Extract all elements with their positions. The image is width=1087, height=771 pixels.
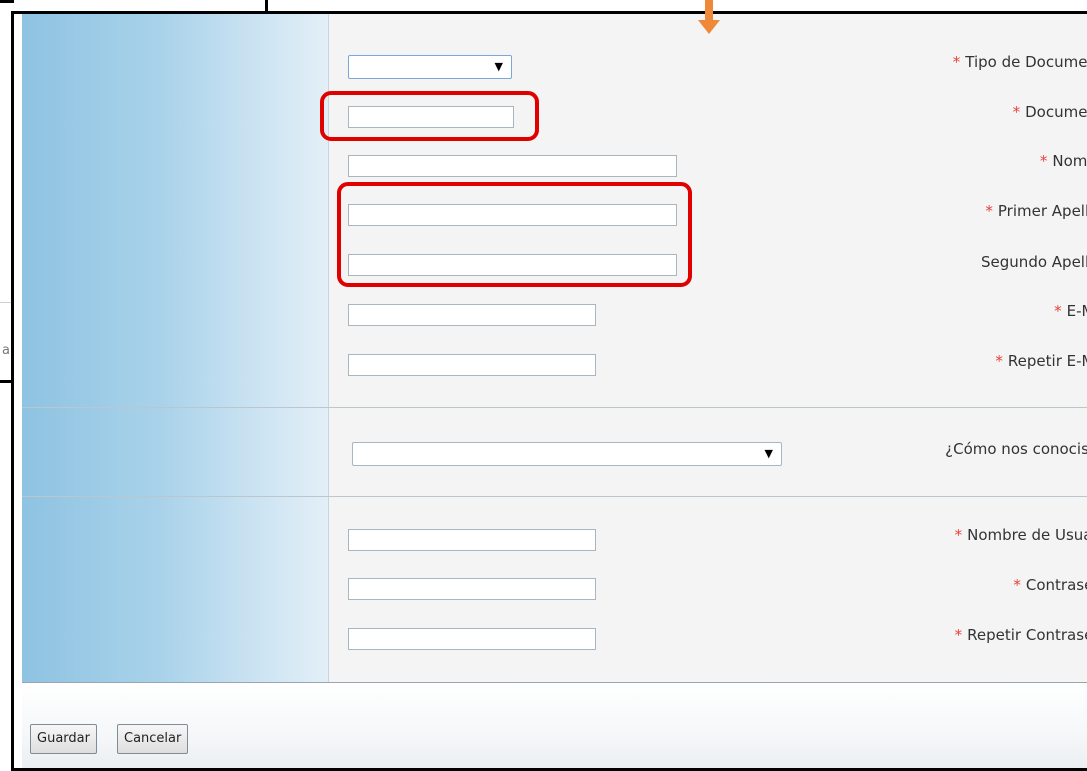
como-nos-conociste-select[interactable]: ▼ — [352, 442, 782, 466]
background-text: a — [2, 343, 10, 358]
required-mark: * — [985, 202, 993, 220]
required-mark: * — [952, 53, 961, 71]
email-label: *E-Mail — [812, 301, 1087, 321]
repetir-email-label-text: Repetir E-Mail — [1007, 352, 1087, 370]
repetir-contrasena-input[interactable] — [348, 628, 596, 650]
como-nos-conociste-label: ¿Cómo nos conociste? — [812, 439, 1087, 459]
chevron-down-icon: ▼ — [764, 447, 773, 460]
required-mark: * — [995, 352, 1003, 370]
repetir-email-input[interactable] — [348, 354, 596, 376]
documento-label: *Documento — [812, 102, 1087, 122]
section-divider — [22, 407, 1087, 408]
email-input[interactable] — [348, 304, 596, 326]
chevron-down-icon: ▼ — [494, 60, 503, 73]
background-window-border — [0, 0, 14, 3]
tipo-documento-select[interactable]: ▼ — [348, 55, 512, 79]
required-mark: * — [1012, 103, 1021, 121]
apellidos-highlight — [337, 182, 692, 287]
section-divider — [22, 496, 1087, 497]
repetir-contrasena-label: *Repetir Contraseña — [812, 625, 1087, 645]
como-nos-conociste-label-text: ¿Cómo nos conociste? — [945, 440, 1087, 458]
required-mark: * — [1039, 152, 1048, 170]
repetir-email-label: *Repetir E-Mail — [812, 351, 1087, 371]
registration-form: *Tipo de Documento ▼ *Documento *Nombre … — [22, 14, 1087, 683]
nombre-usuario-label: *Nombre de Usuario — [812, 525, 1087, 545]
label-column — [22, 14, 329, 683]
email-label-text: E-Mail — [1066, 302, 1087, 320]
primer-apellido-label: *Primer Apellido — [812, 201, 1087, 221]
nombre-label-text: Nombre — [1052, 152, 1087, 170]
segundo-apellido-label-text: Segundo Apellido — [981, 253, 1087, 271]
required-mark: * — [954, 526, 963, 544]
tipo-documento-label-text: Tipo de Documento — [965, 53, 1087, 71]
save-button[interactable]: Guardar — [30, 724, 97, 754]
documento-highlight — [320, 91, 539, 141]
contrasena-label-text: Contraseña — [1025, 576, 1087, 594]
nombre-label: *Nombre — [812, 151, 1087, 171]
nombre-usuario-input[interactable] — [348, 529, 596, 551]
tipo-documento-label: *Tipo de Documento — [812, 52, 1087, 72]
contrasena-label: *Contraseña — [812, 575, 1087, 595]
nombre-input[interactable] — [348, 155, 677, 177]
required-mark: * — [954, 626, 963, 644]
required-mark: * — [1054, 302, 1062, 320]
contrasena-input[interactable] — [348, 578, 596, 600]
segundo-apellido-label: Segundo Apellido — [812, 252, 1087, 272]
repetir-contrasena-label-text: Repetir Contraseña — [967, 626, 1087, 644]
nombre-usuario-label-text: Nombre de Usuario — [967, 526, 1087, 544]
primer-apellido-label-text: Primer Apellido — [997, 202, 1087, 220]
registration-dialog: *Tipo de Documento ▼ *Documento *Nombre … — [11, 11, 1087, 771]
required-mark: * — [1013, 576, 1021, 594]
documento-label-text: Documento — [1025, 103, 1087, 121]
cancel-button[interactable]: Cancelar — [117, 724, 189, 754]
down-arrow-icon — [698, 0, 720, 34]
form-footer: Guardar Cancelar — [22, 683, 1087, 768]
